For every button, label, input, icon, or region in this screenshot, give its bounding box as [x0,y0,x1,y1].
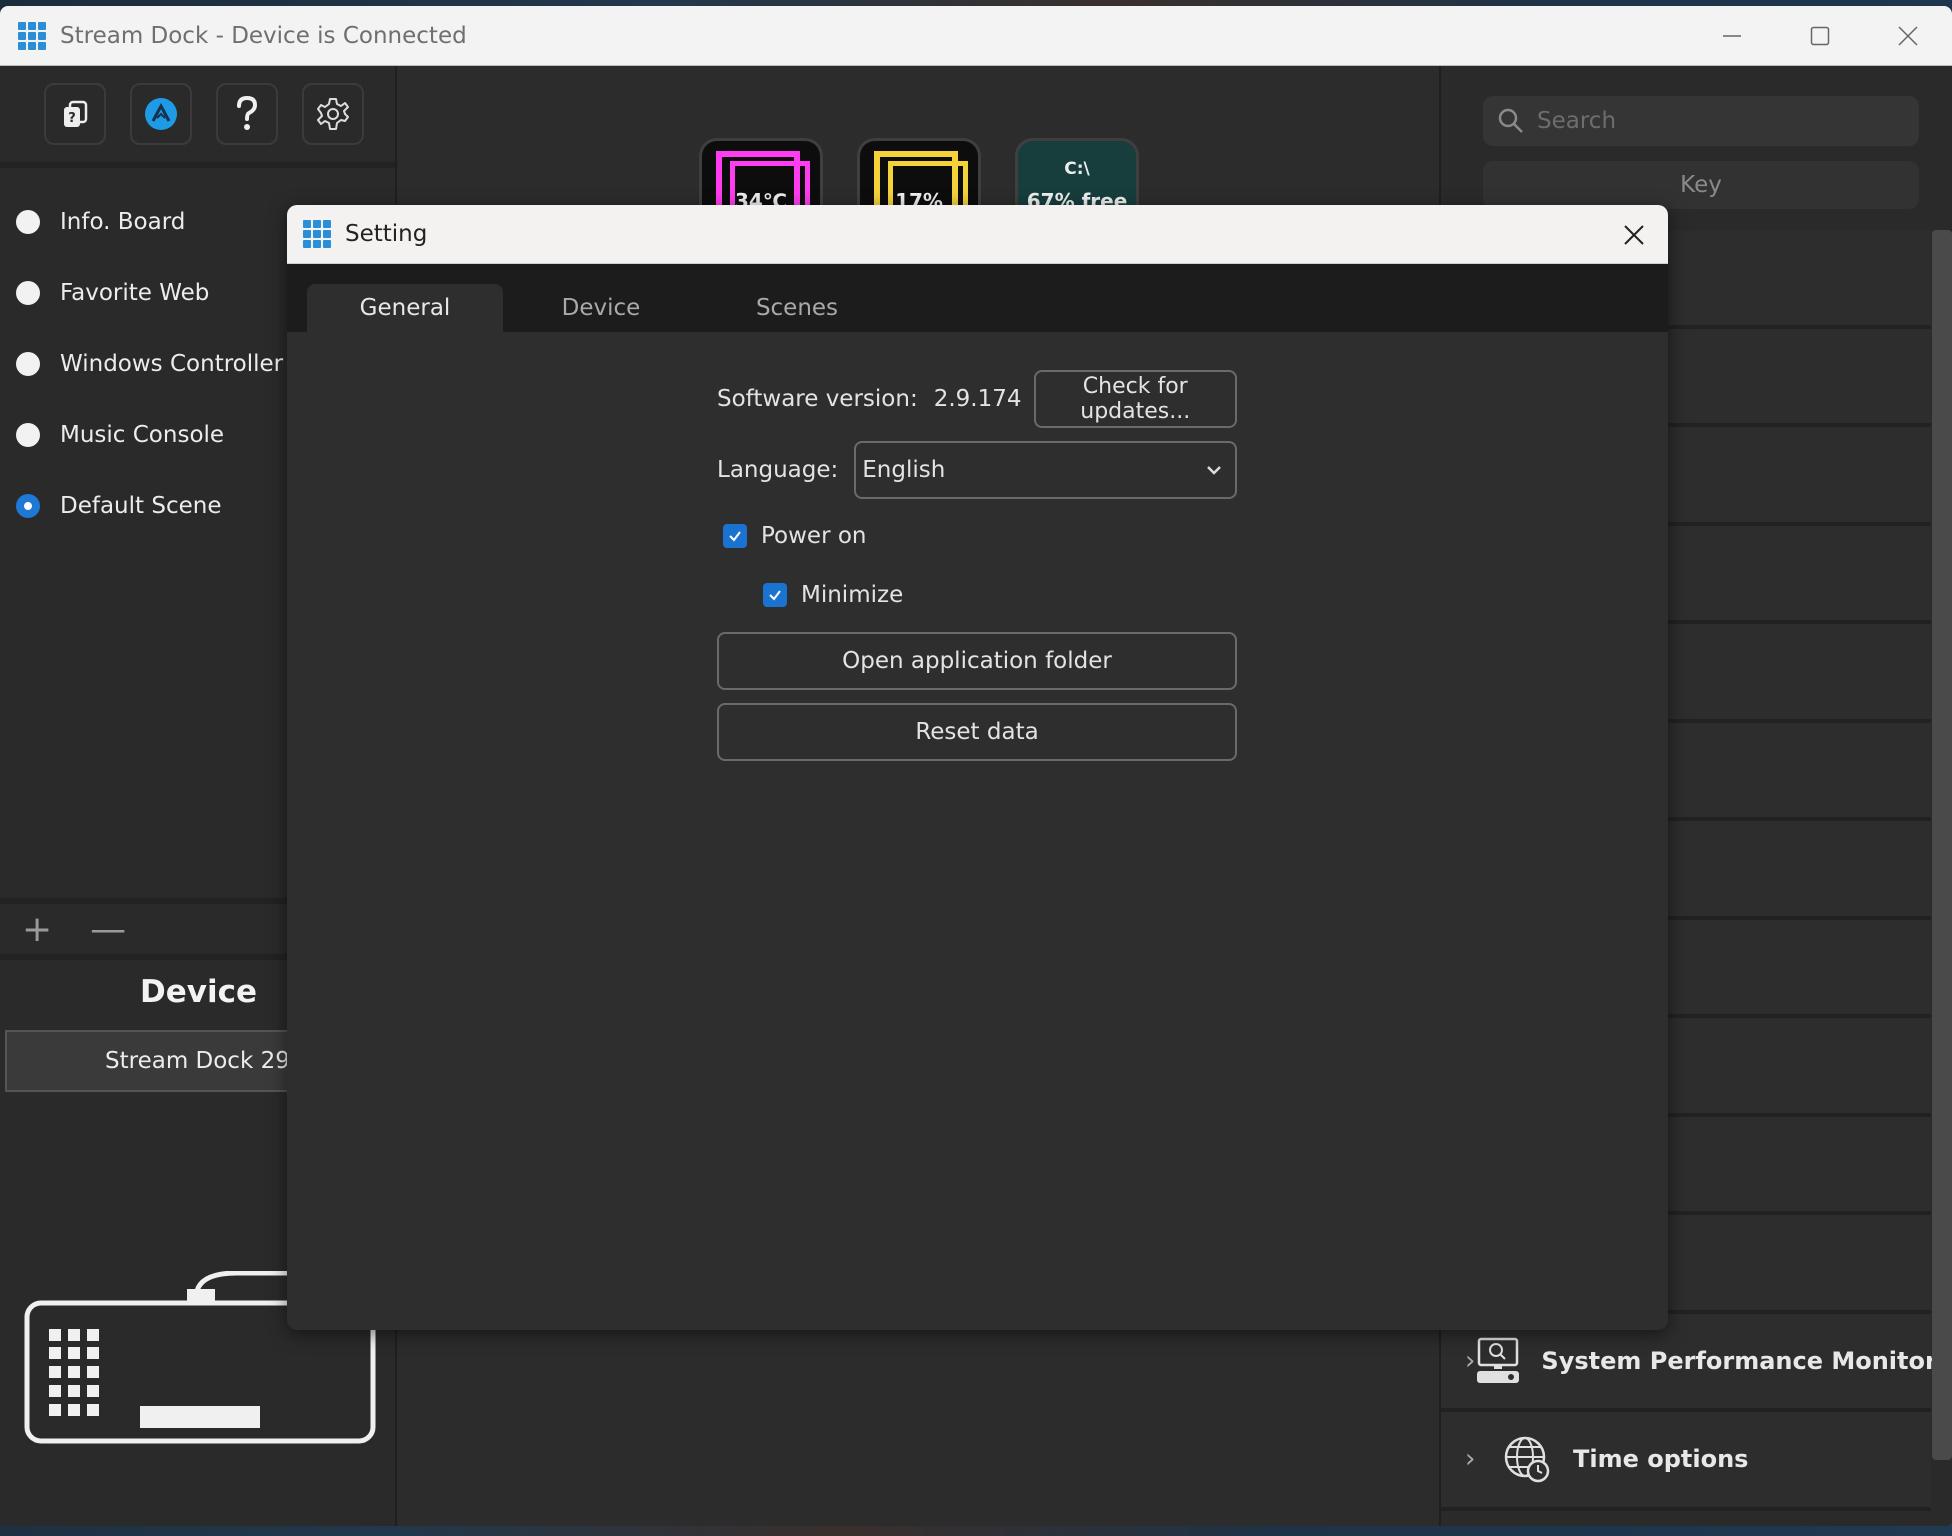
tab-general[interactable]: General [307,284,503,332]
svg-text:?: ? [68,111,76,126]
tab-device[interactable]: Device [503,284,699,332]
scene-label: Windows Controller [60,350,284,377]
help-button[interactable] [216,83,278,145]
key-tab[interactable]: Key [1483,161,1919,209]
scene-label: Default Scene [60,492,222,519]
chevron-right-icon[interactable]: › [1465,1444,1501,1474]
dialog-close-button[interactable] [1616,217,1652,253]
language-select[interactable]: English [854,441,1237,499]
minimize-label: Minimize [801,582,904,608]
plugin-item-time-options[interactable]: › Time options [1441,1412,1931,1511]
settings-button[interactable] [302,83,364,145]
remove-scene-button[interactable]: — [90,909,126,950]
add-scene-button[interactable]: + [22,909,52,950]
chevron-down-icon [1207,466,1221,475]
close-icon [1624,225,1644,245]
search-input[interactable] [1537,108,1917,134]
app-logo-icon [303,220,331,248]
scene-label: Music Console [60,421,225,448]
open-application-folder-button[interactable]: Open application folder [717,632,1237,690]
maximize-button[interactable] [1776,6,1864,66]
version-value: 2.9.174 [933,386,1022,412]
scene-label: Info. Board [60,208,186,235]
question-mark-icon [237,95,258,130]
radio-button[interactable] [16,209,40,234]
app-logo-icon [18,21,46,50]
checkmark-icon [729,531,741,542]
power-on-checkbox[interactable] [723,524,747,548]
search-icon [1498,108,1523,133]
language-value: English [862,457,946,483]
app-logo-icon [145,98,177,130]
app-button[interactable] [130,83,192,145]
cards-question-icon: ? [64,100,88,127]
close-window-button[interactable] [1864,6,1952,66]
dialog-title-bar: Setting [287,205,1668,264]
settings-dialog: Setting General Device Scenes Software v… [287,205,1668,1330]
title-bar: Stream Dock - Device is Connected [0,6,1952,66]
plugin-label: System Performance Monitor [1541,1346,1937,1375]
reset-data-button[interactable]: Reset data [717,703,1237,761]
close-icon [1898,26,1918,46]
check-updates-button[interactable]: Check for updates... [1033,370,1237,428]
toolbar: ? [0,66,395,168]
scrollbar[interactable] [1932,230,1952,1460]
scene-label: Favorite Web [60,279,210,306]
tab-scenes[interactable]: Scenes [699,284,895,332]
radio-button[interactable] [16,351,40,376]
monitor-search-icon [1475,1335,1521,1387]
minimize-icon [1723,35,1741,37]
settings-tabs: General Device Scenes [287,264,1668,332]
radio-button-selected[interactable] [16,493,40,518]
general-settings-form: Software version: 2.9.174 Check for upda… [717,370,1237,761]
key-label-line1: C:\ [1064,159,1090,179]
radio-button[interactable] [16,422,40,447]
minimize-checkbox[interactable] [763,583,787,607]
radio-button[interactable] [16,280,40,305]
version-label: Software version: [717,386,918,412]
plugin-label: Time options [1573,1445,1749,1474]
dialog-title: Setting [345,221,428,247]
gear-icon [317,98,349,130]
chevron-right-icon[interactable]: › [1465,1346,1475,1376]
globe-clock-icon [1501,1433,1553,1485]
window-title: Stream Dock - Device is Connected [60,22,467,49]
checkmark-icon [769,590,781,601]
minimize-button[interactable] [1688,6,1776,66]
language-label: Language: [717,457,839,483]
maximize-icon [1810,26,1830,46]
search-box [1483,96,1919,146]
power-on-label: Power on [761,523,867,549]
store-button[interactable]: ? [44,83,106,145]
